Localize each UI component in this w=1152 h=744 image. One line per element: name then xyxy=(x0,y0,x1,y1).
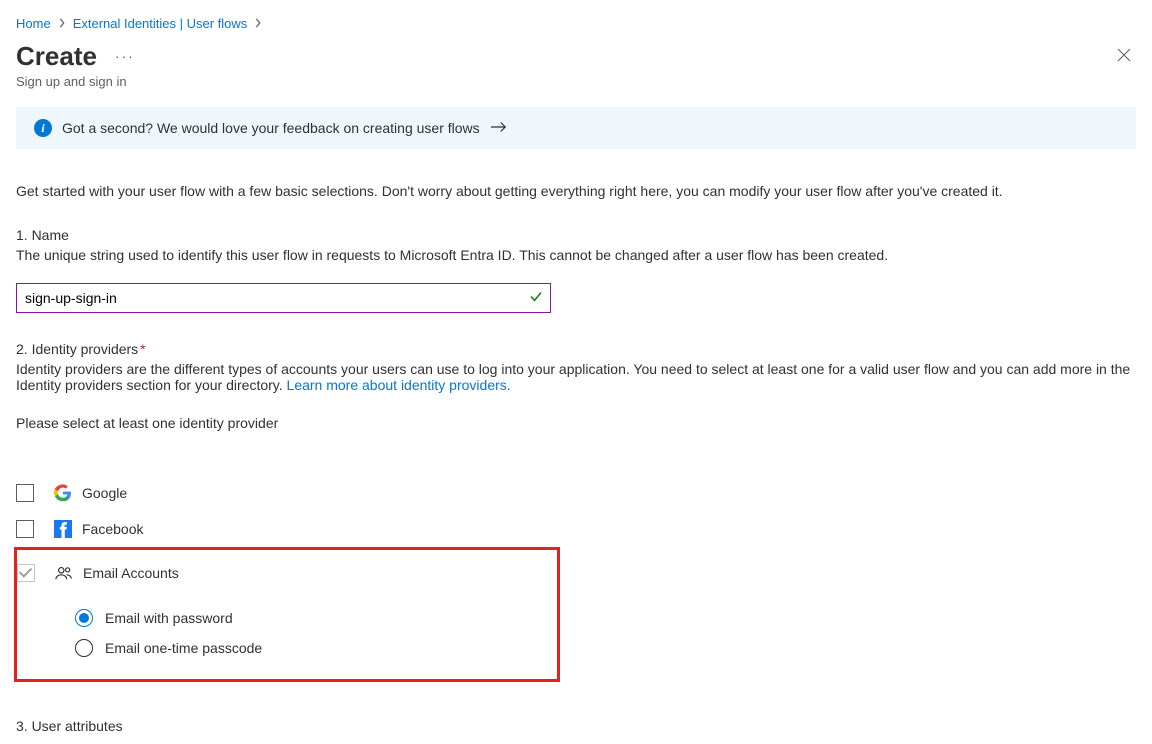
section-idp-label: 2. Identity providers* xyxy=(16,341,1132,357)
breadcrumb-home[interactable]: Home xyxy=(16,16,51,31)
radio-email-password-label: Email with password xyxy=(105,610,233,626)
email-highlight-box: Email Accounts Email with password Email… xyxy=(14,547,560,682)
radio-icon xyxy=(75,639,93,657)
radio-email-otp[interactable]: Email one-time passcode xyxy=(75,633,302,663)
facebook-icon xyxy=(54,520,72,538)
provider-facebook-label: Facebook xyxy=(82,521,143,537)
radio-email-otp-label: Email one-time passcode xyxy=(105,640,262,656)
chevron-right-icon xyxy=(57,16,67,31)
info-icon: i xyxy=(34,119,52,137)
radio-email-password[interactable]: Email with password xyxy=(75,603,302,633)
section-name-label: 1. Name xyxy=(16,227,1132,243)
google-icon xyxy=(54,484,72,502)
section-idp-desc: Identity providers are the different typ… xyxy=(16,361,1132,393)
name-input[interactable] xyxy=(16,283,551,313)
checkmark-icon xyxy=(529,290,543,307)
more-menu-button[interactable]: ··· xyxy=(115,48,135,64)
checkbox-google[interactable] xyxy=(16,484,34,502)
feedback-text: Got a second? We would love your feedbac… xyxy=(62,120,480,136)
page-title: Create xyxy=(16,41,97,72)
checkbox-email[interactable] xyxy=(17,564,35,582)
section-idp-please: Please select at least one identity prov… xyxy=(16,415,1132,431)
radio-icon xyxy=(75,609,93,627)
intro-text: Get started with your user flow with a f… xyxy=(16,183,1132,199)
arrow-right-icon xyxy=(490,120,508,136)
section-name-desc: The unique string used to identify this … xyxy=(16,247,1132,263)
checkbox-facebook[interactable] xyxy=(16,520,34,538)
provider-email: Email Accounts xyxy=(17,560,302,591)
provider-email-label: Email Accounts xyxy=(83,565,179,581)
breadcrumb-external-identities[interactable]: External Identities | User flows xyxy=(73,16,248,31)
chevron-right-icon xyxy=(253,16,263,31)
provider-google: Google xyxy=(16,475,1132,511)
required-asterisk: * xyxy=(140,341,145,357)
learn-more-link[interactable]: Learn more about identity providers. xyxy=(287,377,511,393)
feedback-banner[interactable]: i Got a second? We would love your feedb… xyxy=(16,107,1136,149)
close-button[interactable] xyxy=(1112,43,1136,70)
section-userattrs-label: 3. User attributes xyxy=(16,718,1132,734)
provider-facebook: Facebook xyxy=(16,511,1132,547)
page-subtitle: Sign up and sign in xyxy=(16,74,135,89)
breadcrumb: Home External Identities | User flows xyxy=(16,16,1152,31)
people-icon xyxy=(55,564,73,582)
provider-google-label: Google xyxy=(82,485,127,501)
close-icon xyxy=(1116,51,1132,66)
